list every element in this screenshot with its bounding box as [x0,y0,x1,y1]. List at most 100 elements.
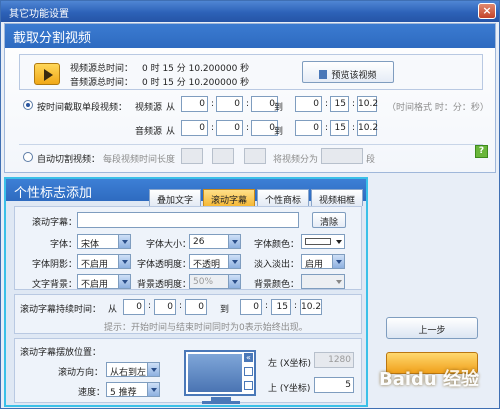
duration-to-minute[interactable]: 15 [271,299,291,315]
window-title: 其它功能设置 [9,9,69,20]
chevron-down-icon [147,383,159,396]
chevron-down-icon [118,255,130,268]
duration-from-minute[interactable]: 0 [154,299,176,315]
duration-hint: 提示：开始时间与结束时间同时为0表示始终出现。 [104,323,308,333]
transparency-label: 字体透明度： [137,260,192,270]
shadow-label: 字体阴影： [32,260,78,270]
duration-from-hour[interactable]: 0 [123,299,145,315]
fade-select[interactable]: 启用 [301,254,345,270]
segment-length-minute[interactable] [212,148,234,164]
direction-select[interactable]: 从右到左 [106,362,160,378]
tab-scroll-caption[interactable]: 滚动字幕 [203,189,255,206]
audio-to-label: 到 [274,127,284,137]
chevron-down-icon [118,235,130,248]
chevron-down-icon [228,275,240,288]
left-x-label: 左 (X坐标) [268,359,312,369]
bg-transparency-select[interactable]: 50% [189,274,241,289]
divider [19,144,483,145]
speed-label: 速度： [78,388,106,398]
bg-transparency-value: 50% [193,277,214,287]
single-segment-radio[interactable] [23,100,33,110]
color-swatch [305,238,331,245]
scroll-text-label: 滚动字幕： [32,218,78,228]
movie-icon [34,63,60,85]
duration-to-hour[interactable]: 0 [240,299,262,315]
speed-select[interactable]: 5 推荐 [106,382,160,398]
audio-total-label: 音频源总时间： [70,78,134,88]
chevron-down-icon [147,363,159,376]
font-color-label: 字体颜色： [254,240,300,250]
monitor-option-box[interactable] [244,381,253,390]
font-color-picker[interactable] [301,234,345,249]
top-y-input[interactable]: 5 [314,377,354,393]
duration-to-label: 到 [220,305,230,315]
capture-section: 截取分割视频 视频源总时间： 0 时 15 分 10.200000 秒 音频源总… [4,23,496,173]
speed-value: 5 推荐 [110,388,137,398]
tab-personal-logo[interactable]: 个性商标 [257,189,309,206]
chevrons-left-icon[interactable]: « [244,353,253,362]
direction-label: 滚动方向： [58,368,104,378]
video-to-label: 到 [274,103,284,113]
audio-from-minute[interactable]: 0 [216,120,243,136]
preview-video-button[interactable]: 预览该视频 [302,61,394,83]
video-from-minute[interactable]: 0 [216,96,243,112]
duration-to-second[interactable]: 10.2 [300,299,322,315]
segment-length-hour[interactable] [181,148,203,164]
duration-from-label: 从 [108,305,118,315]
bg-transparency-label: 背景透明度： [137,280,192,290]
video-to-second[interactable]: 10.2 [357,96,378,112]
audio-to-minute[interactable]: 15 [330,120,349,136]
top-y-label: 上 (Y坐标) [268,384,311,394]
shadow-select[interactable]: 不启用 [77,254,131,270]
shadow-value: 不启用 [81,260,109,270]
duration-label: 滚动字幕持续时间： [20,305,102,315]
bg-value: 不启用 [81,280,109,290]
video-from-hour[interactable]: 0 [181,96,208,112]
tab-overlay-text[interactable]: 叠加文字 [149,189,201,206]
monitor-preview: « [184,350,256,396]
transparency-value: 不透明 [193,260,221,270]
preview-screen [188,354,242,392]
position-label: 滚动字幕摆放位置： [20,348,102,358]
clear-button[interactable]: 清除 [312,212,346,228]
segment-length-label: 每段视频时间长度 [103,155,176,165]
font-select[interactable]: 宋体 [77,234,131,250]
scroll-text-input[interactable] [77,212,299,228]
single-segment-label: 按时间截取单段视频： [37,103,128,113]
video-source-label: 视频源 [135,103,163,113]
direction-value: 从右到左 [110,368,147,378]
bg-select[interactable]: 不启用 [77,274,131,290]
segment-count-input[interactable] [321,148,363,164]
chevron-down-icon [228,255,240,268]
previous-step-button[interactable]: 上一步 [386,317,478,339]
source-info-panel: 视频源总时间： 0 时 15 分 10.200000 秒 音频源总时间： 0 时… [19,54,483,90]
audio-from-label: 从 [166,127,176,137]
audio-source-label: 音频源 [135,127,163,137]
personal-mark-section: 个性标志添加 叠加文字 滚动字幕 个性商标 视频相框 滚动字幕： 清除 字体： … [4,177,368,407]
fade-value: 启用 [305,260,324,270]
audio-to-second[interactable]: 10.2 [357,120,378,136]
transparency-select[interactable]: 不透明 [189,254,241,270]
video-to-hour[interactable]: 0 [295,96,322,112]
video-total-value: 0 时 15 分 10.200000 秒 [142,64,250,74]
bg-color-picker[interactable] [301,274,345,289]
bg-label: 文字背景： [32,280,78,290]
film-icon [319,70,328,79]
segment-length-second[interactable] [244,148,266,164]
settings-window: 其它功能设置 × 截取分割视频 视频源总时间： 0 时 15 分 10.2000… [0,0,500,409]
time-format-hint: （时间格式 时：分：秒） [387,103,489,113]
chevron-down-icon [336,280,342,284]
video-to-minute[interactable]: 15 [330,96,349,112]
monitor-option-box[interactable] [244,367,253,376]
font-size-select[interactable]: 26 [189,234,241,249]
duration-from-second[interactable]: 0 [185,299,207,315]
audio-from-hour[interactable]: 0 [181,120,208,136]
close-button[interactable]: × [478,3,496,19]
font-label: 字体： [50,240,78,250]
left-x-input[interactable]: 1280 [314,352,354,368]
auto-split-radio[interactable] [23,152,33,162]
tab-video-frame[interactable]: 视频相框 [311,189,363,206]
audio-to-hour[interactable]: 0 [295,120,322,136]
title-bar: 其它功能设置 × [1,1,499,22]
help-icon[interactable]: ? [475,145,488,158]
